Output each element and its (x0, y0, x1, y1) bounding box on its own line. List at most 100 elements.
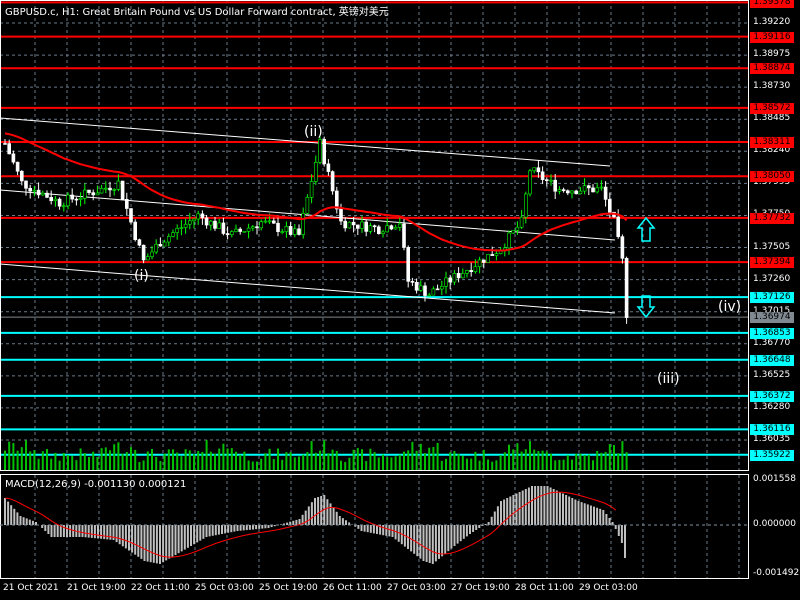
candle-body (578, 190, 583, 195)
candle-body (343, 220, 348, 229)
candle-body (217, 222, 221, 229)
candle-body (78, 197, 83, 200)
candle-body (372, 225, 377, 228)
price-chart[interactable] (0, 0, 800, 600)
time-label: 26 Oct 11:00 (323, 583, 382, 593)
macd-max-label: 0.001558 (753, 474, 796, 484)
candle-body (32, 189, 37, 192)
candle-body (213, 220, 217, 229)
candle-body (351, 221, 356, 226)
candle-body (196, 213, 200, 220)
resistance-price-tag: 1.37732 (750, 212, 794, 224)
candle-body (87, 189, 91, 193)
candle-body (209, 220, 213, 226)
candle-body (607, 199, 612, 213)
channel-lower-line[interactable] (0, 263, 616, 314)
candle-body (271, 220, 276, 224)
candle-body (330, 171, 335, 192)
grid (0, 0, 748, 578)
support-price-tag: 1.36116 (750, 424, 794, 436)
candle-body (104, 187, 108, 190)
candle-body (460, 273, 465, 279)
candle-body (259, 221, 264, 229)
candle-body (183, 223, 188, 228)
candle-body (511, 230, 516, 234)
candle-body (549, 179, 553, 182)
time-label: 21 Oct 19:00 (67, 583, 126, 593)
candle-body (339, 208, 343, 222)
candle-body (595, 187, 600, 193)
candle-body (225, 233, 230, 235)
candle-body (490, 254, 495, 256)
candle-body (83, 189, 87, 199)
candle-body (481, 259, 486, 263)
time-label: 27 Oct 03:00 (387, 583, 446, 593)
candle-body (540, 171, 545, 180)
candle-body (11, 153, 16, 163)
candle-body (7, 143, 11, 155)
candle-body (553, 179, 558, 192)
candle-body (137, 239, 142, 246)
candle-body (141, 244, 146, 261)
candle-body (427, 294, 432, 297)
candle-body (125, 198, 129, 209)
candle-body (477, 259, 482, 267)
candle-body (402, 223, 406, 248)
candle-body (448, 277, 453, 283)
macd-zero-label: 0.000000 (753, 519, 796, 529)
candle-body (528, 170, 532, 195)
horizontal-levels[interactable] (0, 1, 748, 456)
candle-body (389, 225, 394, 230)
price-label: 1.38975 (753, 49, 791, 60)
candle-body (431, 288, 436, 296)
candle-body (565, 190, 570, 194)
current-price-tag: 1.36974 (750, 312, 794, 324)
candle-body (570, 190, 574, 194)
candle-body (410, 280, 415, 283)
candle-body (200, 213, 205, 219)
resistance-price-tag: 1.38311 (750, 137, 794, 148)
candle-body (146, 256, 150, 261)
candle-body (292, 228, 297, 235)
candle-body (251, 226, 255, 229)
candle-body (57, 198, 62, 207)
candle-body (221, 222, 226, 234)
resistance-price-tag: 1.37394 (750, 257, 794, 269)
candle-body (175, 228, 179, 233)
time-label: 28 Oct 11:00 (515, 583, 574, 593)
support-price-tag: 1.35922 (750, 449, 794, 461)
candle-body (204, 217, 209, 226)
price-label: 1.36525 (753, 369, 791, 380)
candle-body (347, 221, 352, 229)
candle-body (150, 251, 154, 257)
up-arrow-icon (636, 216, 656, 242)
candle-body (586, 185, 591, 189)
candle-body (49, 197, 54, 202)
resistance-price-tag: 1.38572 (750, 102, 794, 114)
resistance-price-tag: 1.39378 (750, 0, 794, 9)
time-label: 25 Oct 03:00 (195, 583, 254, 593)
candle-body (334, 190, 339, 210)
candle-body (620, 236, 625, 259)
candle-body (494, 253, 499, 256)
candle-body (318, 139, 322, 163)
candle-body (452, 273, 457, 283)
candle-body (423, 285, 427, 296)
price-label: 1.39220 (753, 17, 791, 27)
candle-body (28, 188, 33, 192)
candle-body (393, 227, 398, 230)
price-label: 1.38485 (753, 113, 791, 124)
candle-body (603, 186, 608, 200)
wave-label-iii: (iii) (657, 371, 680, 387)
candle-body (19, 170, 24, 182)
candle-body (364, 221, 369, 232)
candle-body (368, 225, 373, 232)
candle-body (15, 161, 20, 172)
chart-title: GBPUSD.c, H1: Great Britain Pound vs US … (5, 7, 389, 18)
candle-body (406, 247, 411, 282)
candle-body (116, 180, 121, 190)
candle-body (53, 198, 58, 202)
time-label: 25 Oct 19:00 (259, 583, 318, 593)
candle-body (74, 198, 79, 201)
candle-body (414, 282, 419, 291)
